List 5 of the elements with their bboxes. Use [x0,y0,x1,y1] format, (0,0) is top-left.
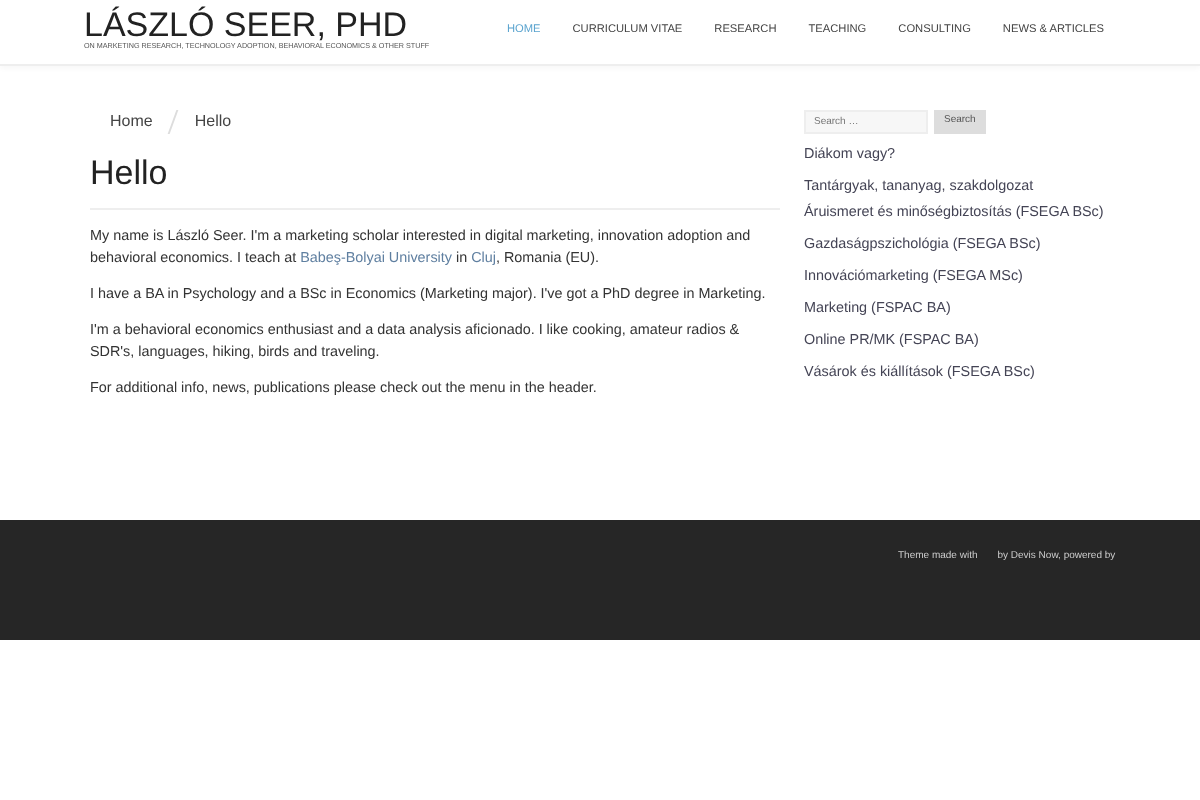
site-title[interactable]: LÁSZLÓ SEER, PHD [84,8,430,42]
page-title: Hello [90,154,780,211]
breadcrumb-current: Hello [194,110,232,134]
breadcrumb-link[interactable]: Home [110,110,153,134]
breadcrumb-separator [168,110,180,134]
